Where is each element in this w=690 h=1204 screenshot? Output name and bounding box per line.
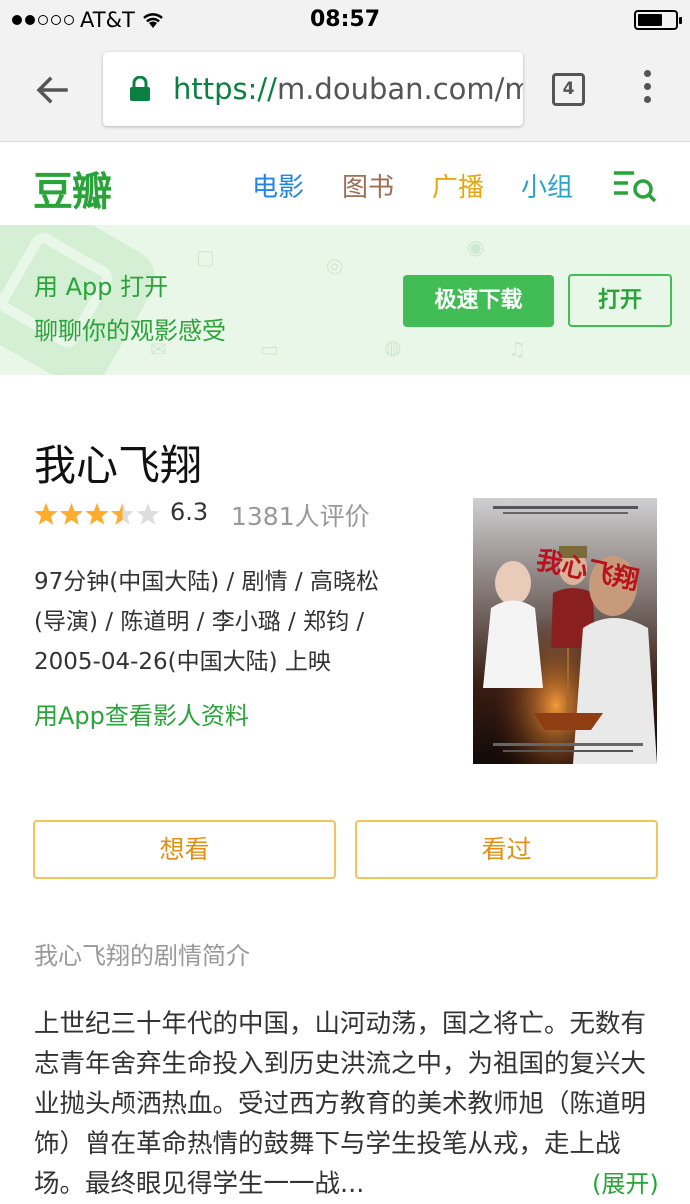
movie-title: 我心飞翔 — [34, 441, 203, 490]
open-app-button[interactable]: 打开 — [568, 274, 672, 327]
star-icon — [85, 503, 109, 525]
deco-icon: ◎ — [326, 253, 344, 277]
address-bar[interactable]: https://m.douban.com/mo — [103, 52, 523, 126]
meta-line: (导演) / 陈道明 / 李小璐 / 郑钧 / — [34, 609, 365, 635]
deco-icon: ▭ — [260, 337, 279, 361]
meta-line: 2005-04-26(中国大陆) 上映 — [34, 649, 331, 675]
app-banner: ▢ ◎ ◉ ✉ ▭ ◍ ♫ 用 App 打开 聊聊你的观影感受 极速下载 打开 — [0, 225, 690, 375]
nav-broadcast[interactable]: 广播 — [432, 167, 484, 204]
site-nav: 豆瓣 电影 图书 广播 小组 — [0, 143, 690, 225]
status-bar: AT&T 08:57 — [0, 0, 690, 40]
url-text: https://m.douban.com/mo — [173, 72, 523, 106]
deco-icon: ◉ — [467, 235, 485, 259]
star-icon — [34, 503, 58, 525]
want-to-watch-button[interactable]: 想看 — [33, 820, 336, 879]
back-arrow-icon[interactable] — [30, 68, 74, 112]
nav-books[interactable]: 图书 — [342, 167, 394, 204]
rating-score: 6.3 — [170, 498, 209, 526]
star-icon — [136, 503, 160, 525]
expand-synopsis-link[interactable]: (展开) — [588, 1164, 659, 1199]
meta-line: 97分钟(中国大陆) / 剧情 / 高晓松 — [34, 569, 379, 595]
banner-subtitle: 聊聊你的观影感受 — [34, 317, 226, 345]
deco-icon: ♫ — [508, 337, 526, 361]
synopsis-heading: 我心飞翔的剧情简介 — [34, 942, 250, 970]
deco-icon: ▢ — [196, 245, 215, 269]
menu-search-icon[interactable] — [612, 167, 658, 203]
synopsis-text: 上世纪三十年代的中国，山河动荡，国之将亡。无数有志青年舍弃生命投入到历史洪流之中… — [34, 1009, 647, 1199]
douban-logo[interactable]: 豆瓣 — [33, 159, 112, 217]
view-cast-in-app-link[interactable]: 用App查看影人资料 — [34, 696, 249, 731]
nav-movie[interactable]: 电影 — [252, 167, 304, 204]
deco-icon: ◍ — [384, 335, 402, 359]
banner-title: 用 App 打开 — [34, 273, 169, 301]
lock-icon — [130, 76, 150, 101]
tab-switcher-button[interactable]: 4 — [552, 73, 585, 106]
overflow-menu-icon[interactable] — [641, 70, 653, 110]
star-icon — [111, 503, 134, 525]
status-time: 08:57 — [309, 7, 381, 32]
nav-groups[interactable]: 小组 — [521, 167, 573, 204]
movie-meta: 97分钟(中国大陆) / 剧情 / 高晓松 (导演) / 陈道明 / 李小璐 /… — [34, 562, 434, 682]
download-app-button[interactable]: 极速下载 — [403, 275, 554, 327]
star-icon — [60, 503, 83, 525]
vote-count: 1381人评价 — [231, 502, 370, 531]
watched-button[interactable]: 看过 — [355, 820, 658, 879]
browser-toolbar: https://m.douban.com/mo 4 — [0, 40, 690, 142]
rating-stars — [34, 503, 160, 525]
movie-poster[interactable]: 我心飞翔 — [473, 498, 657, 764]
battery-icon — [634, 10, 682, 30]
